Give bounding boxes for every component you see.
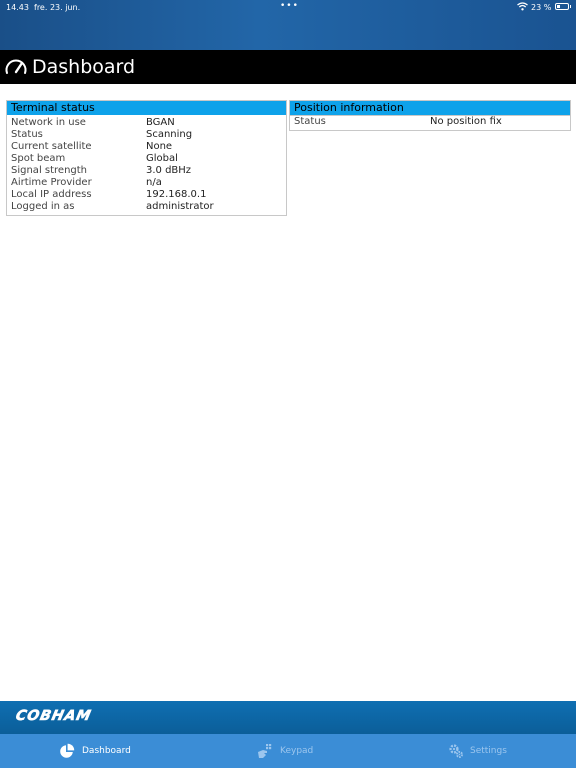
multitask-dots[interactable]: ••• <box>280 1 299 11</box>
row-value: n/a <box>146 177 162 188</box>
row-value: None <box>146 141 173 152</box>
terminal-row-spot-beam: Spot beam Global <box>7 153 286 165</box>
terminal-row-status: Status Scanning <box>7 129 286 141</box>
terminal-row-logged-in: Logged in as administrator <box>7 201 286 213</box>
terminal-row-airtime: Airtime Provider n/a <box>7 177 286 189</box>
row-value: 192.168.0.1 <box>146 189 207 200</box>
row-label: Spot beam <box>11 153 66 164</box>
row-value: No position fix <box>430 116 502 127</box>
row-label: Signal strength <box>11 165 88 176</box>
brand-bar: COBHAM <box>0 701 576 734</box>
tab-dashboard[interactable]: Dashboard <box>56 734 146 768</box>
tab-keypad[interactable]: Keypad <box>255 734 335 768</box>
terminal-row-ip: Local IP address 192.168.0.1 <box>7 189 286 201</box>
row-value: BGAN <box>146 117 175 128</box>
page-header: Dashboard <box>0 50 576 84</box>
keypad-hand-icon <box>258 744 272 758</box>
tab-settings[interactable]: Settings <box>446 734 526 768</box>
ios-status-bar: 14.43 fre. 23. jun. ••• 23 % <box>0 0 576 50</box>
tab-label: Keypad <box>280 746 314 756</box>
row-label: Network in use <box>11 117 86 128</box>
row-value: administrator <box>146 201 214 212</box>
row-label: Logged in as <box>11 201 75 212</box>
position-row-status: Status No position fix <box>290 116 570 128</box>
pie-chart-icon <box>60 743 75 758</box>
terminal-row-signal: Signal strength 3.0 dBHz <box>7 165 286 177</box>
row-value: 3.0 dBHz <box>146 165 192 176</box>
row-value: Scanning <box>146 129 193 140</box>
cobham-logo: COBHAM <box>14 708 94 725</box>
terminal-status-title: Terminal status <box>7 101 286 115</box>
status-date: fre. 23. jun. <box>34 3 81 12</box>
battery-percentage: 23 % <box>531 3 552 12</box>
terminal-row-satellite: Current satellite None <box>7 141 286 153</box>
bottom-tab-bar: Dashboard Keypad Settings <box>0 734 576 768</box>
row-label: Airtime Provider <box>11 177 92 188</box>
row-label: Current satellite <box>11 141 92 152</box>
page-title: Dashboard <box>32 56 136 78</box>
status-time: 14.43 <box>6 3 29 12</box>
terminal-row-network: Network in use BGAN <box>7 117 286 129</box>
position-information-panel: Position information Status No position … <box>289 100 571 131</box>
row-label: Status <box>11 129 43 140</box>
position-information-title: Position information <box>290 101 570 116</box>
gears-icon <box>449 744 463 758</box>
row-label: Status <box>294 116 326 127</box>
row-value: Global <box>146 153 178 164</box>
speedometer-icon <box>5 59 27 74</box>
tab-label: Dashboard <box>82 746 131 756</box>
wifi-icon <box>517 2 528 11</box>
battery-icon <box>555 3 571 10</box>
row-label: Local IP address <box>11 189 92 200</box>
tab-label: Settings <box>470 746 507 756</box>
terminal-status-panel: Terminal status Network in use BGAN Stat… <box>6 100 287 216</box>
